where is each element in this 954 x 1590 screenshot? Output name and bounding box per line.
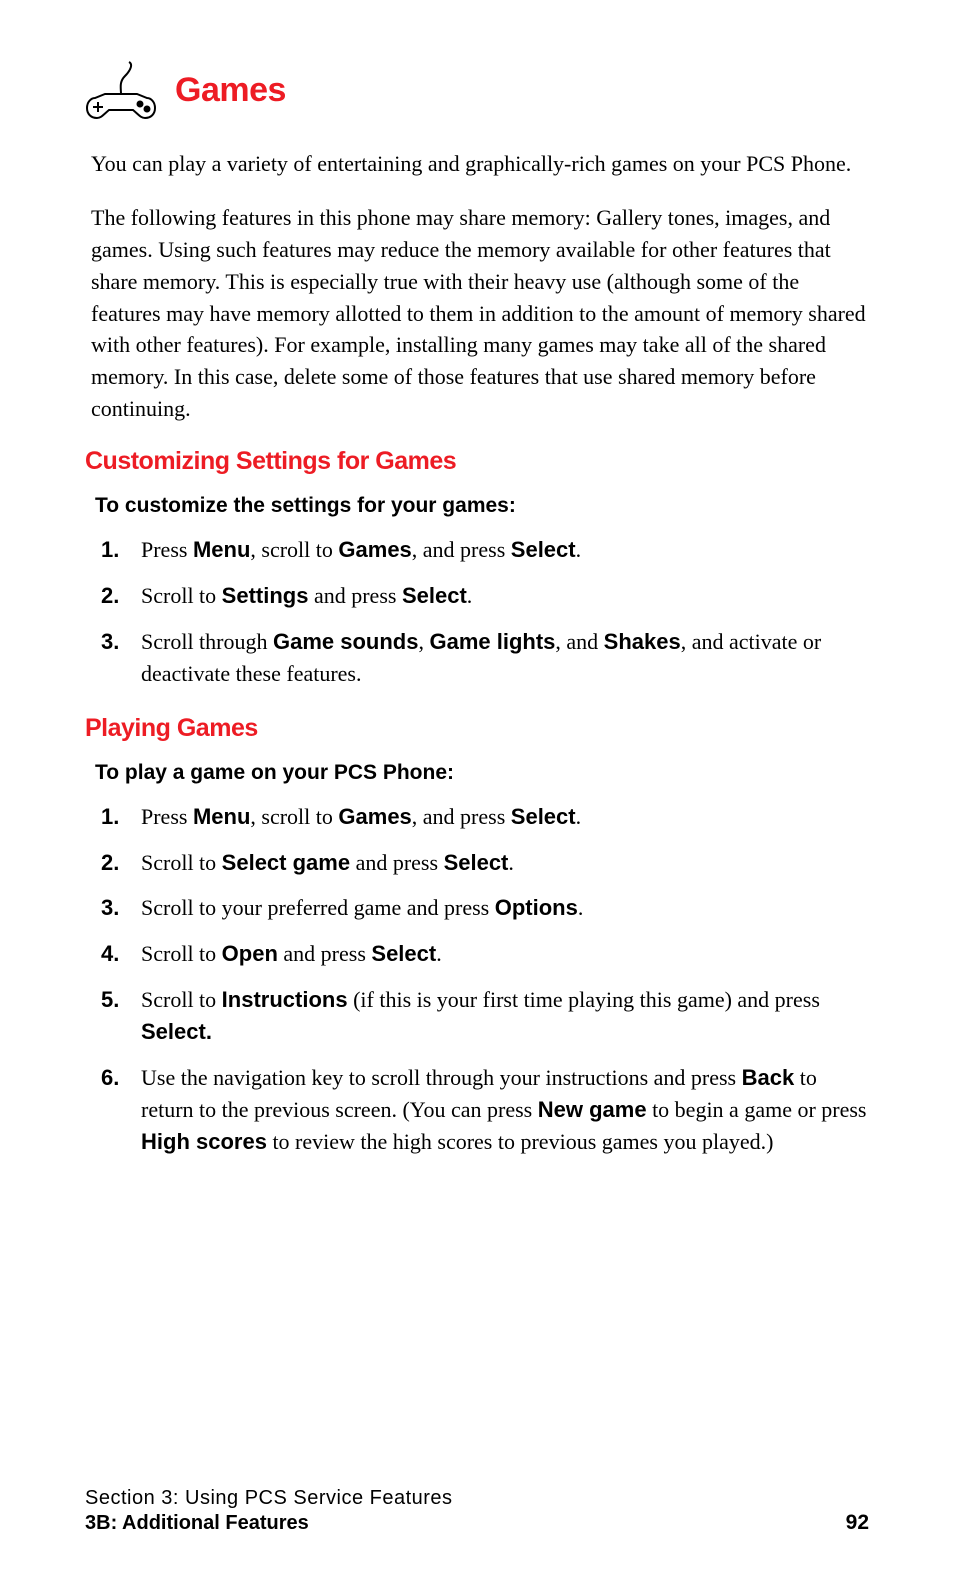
step-item: Scroll to your preferred game and press …	[101, 892, 869, 924]
step-item: Scroll to Instructions (if this is your …	[101, 984, 869, 1048]
gamepad-icon	[85, 60, 157, 120]
step-item: Scroll to Open and press Select.	[101, 938, 869, 970]
page-footer: Section 3: Using PCS Service Features 3B…	[85, 1487, 869, 1535]
footer-left: Section 3: Using PCS Service Features 3B…	[85, 1487, 453, 1535]
step-item: Press Menu, scroll to Games, and press S…	[101, 534, 869, 566]
footer-section-label: Section 3: Using PCS Service Features	[85, 1487, 453, 1510]
sub-heading-playing: To play a game on your PCS Phone:	[95, 761, 869, 785]
steps-customize: Press Menu, scroll to Games, and press S…	[101, 534, 869, 690]
step-item: Press Menu, scroll to Games, and press S…	[101, 801, 869, 833]
header-row: Games	[85, 60, 869, 120]
step-item: Scroll through Game sounds, Game lights,…	[101, 626, 869, 690]
page-number: 92	[846, 1511, 869, 1535]
section-heading-customizing: Customizing Settings for Games	[85, 447, 869, 476]
step-item: Scroll to Select game and press Select.	[101, 847, 869, 879]
step-item: Use the navigation key to scroll through…	[101, 1062, 869, 1158]
step-item: Scroll to Settings and press Select.	[101, 580, 869, 612]
footer-subsection-label: 3B: Additional Features	[85, 1512, 453, 1535]
intro-para-2: The following features in this phone may…	[91, 202, 869, 425]
steps-playing: Press Menu, scroll to Games, and press S…	[101, 801, 869, 1158]
sub-heading-customize: To customize the settings for your games…	[95, 494, 869, 518]
intro-para-1: You can play a variety of entertaining a…	[91, 148, 869, 180]
page-title: Games	[175, 71, 286, 110]
section-heading-playing: Playing Games	[85, 714, 869, 743]
